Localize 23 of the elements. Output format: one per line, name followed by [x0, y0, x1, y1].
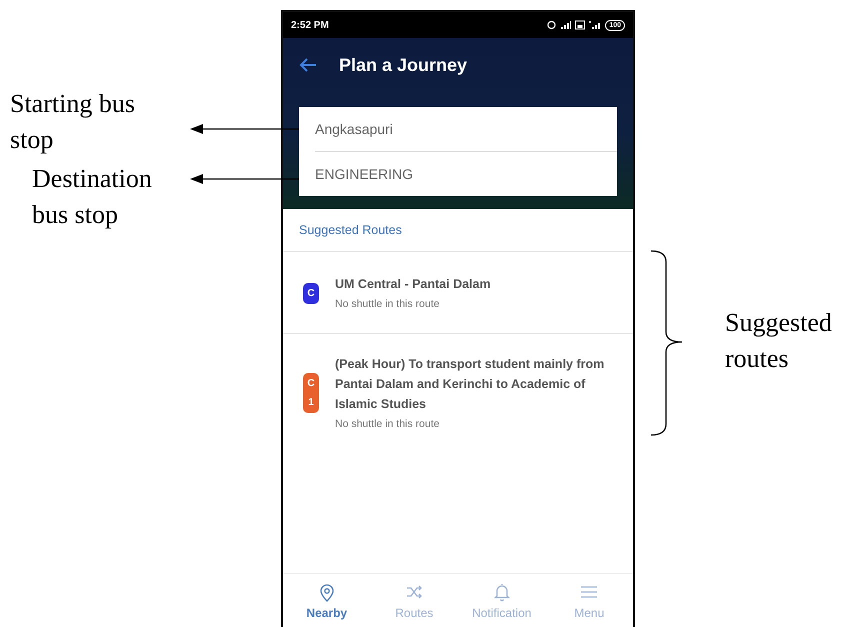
back-button[interactable]	[299, 58, 317, 72]
route-title: UM Central - Pantai Dalam	[335, 276, 491, 293]
route-status: No shuttle in this route	[335, 297, 440, 312]
alarm-icon	[547, 20, 556, 30]
bell-icon	[492, 582, 512, 602]
signal-icon	[589, 20, 602, 30]
route-status: No shuttle in this route	[335, 416, 440, 432]
annotation-label: Starting bus stop	[10, 88, 136, 156]
section-title: Suggested Routes	[299, 222, 402, 239]
annotation-label: Suggested routes	[725, 307, 833, 375]
route-item[interactable]: C UM Central - Pantai Dalam No shuttle in this route	[283, 252, 633, 334]
status-time: 2:52 PM	[291, 18, 329, 32]
signal-icon	[560, 20, 572, 30]
input-field[interactable]: ENGINEERING	[299, 152, 617, 196]
route-item[interactable]: C1 (Peak Hour) To transport student mainly from Pantai Dalam and Kerinchi to Academic of Islamic Studies No shuttle in this route	[283, 334, 633, 442]
input-field[interactable]: Angkasapuri	[299, 107, 617, 151]
annotation-label: Destination bus stop	[32, 163, 153, 231]
screen-title: Plan a Journey	[339, 54, 468, 77]
route-badge: C1	[303, 373, 319, 414]
nav-tab[interactable]: Nearby	[283, 582, 370, 620]
route-badge: C	[303, 282, 319, 304]
sim-icon	[575, 20, 586, 30]
route-title: (Peak Hour) To transport student mainly from Pantai Dalam and Kerinchi to Academic of Islamic Studies	[335, 356, 606, 413]
